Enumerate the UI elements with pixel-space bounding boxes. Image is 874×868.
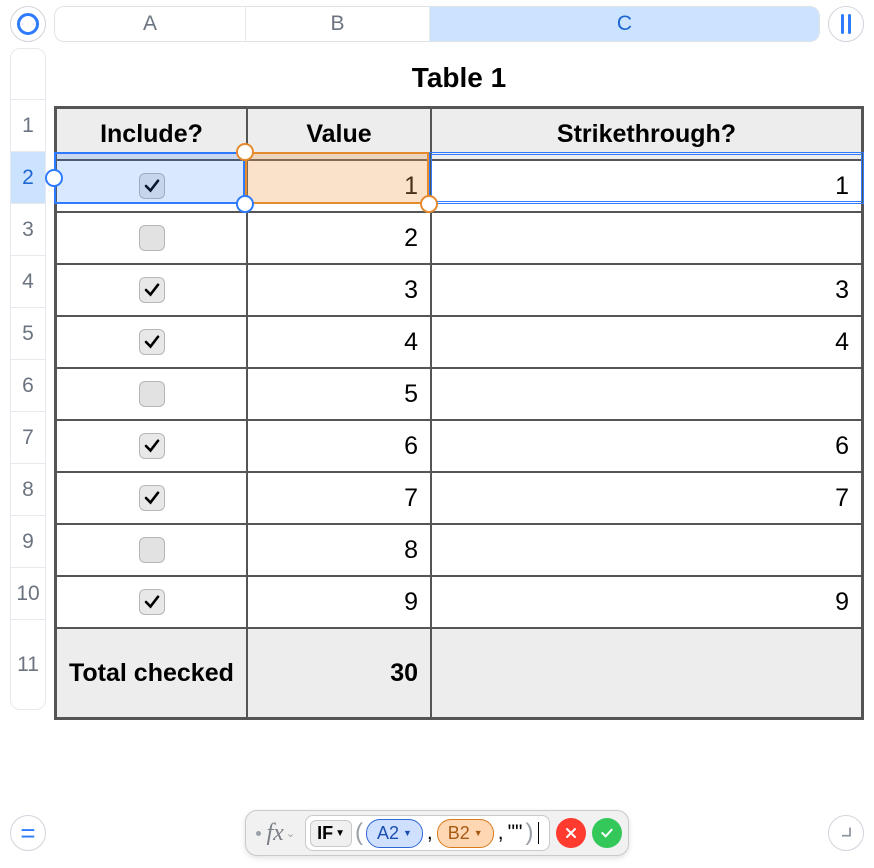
row-header-6[interactable]: 6: [10, 360, 46, 412]
column-options-button[interactable]: [828, 6, 864, 42]
cell-c7[interactable]: 6: [431, 420, 862, 472]
row-header-11[interactable]: 11: [10, 620, 46, 710]
function-token[interactable]: IF▼: [310, 820, 352, 847]
cell-b5[interactable]: 4: [247, 316, 431, 368]
x-icon: [563, 825, 579, 841]
confirm-formula-button[interactable]: [592, 818, 622, 848]
cell-c10[interactable]: 9: [431, 576, 862, 628]
text-caret: [538, 822, 539, 844]
checkbox-icon[interactable]: [139, 329, 165, 355]
row-header-10[interactable]: 10: [10, 568, 46, 620]
cell-ref-a2[interactable]: A2▼: [366, 819, 423, 848]
row-header-3[interactable]: 3: [10, 204, 46, 256]
row-header-7[interactable]: 7: [10, 412, 46, 464]
columns-icon: [841, 14, 851, 34]
checkbox-icon[interactable]: [139, 225, 165, 251]
cell-b9[interactable]: 8: [247, 524, 431, 576]
paren-open: (: [354, 819, 364, 847]
spreadsheet-grid: Include? Value Strikethrough? 1 1 2 3 3: [54, 106, 864, 720]
cell-c5[interactable]: 4: [431, 316, 862, 368]
header-row: Include? Value Strikethrough?: [56, 108, 862, 160]
header-cell-strike[interactable]: Strikethrough?: [431, 108, 862, 160]
cell-a8[interactable]: [56, 472, 247, 524]
cell-a11[interactable]: Total checked: [56, 628, 247, 718]
cell-c11[interactable]: [431, 628, 862, 718]
cell-c9[interactable]: [431, 524, 862, 576]
cell-b8[interactable]: 7: [247, 472, 431, 524]
cell-a4[interactable]: [56, 264, 247, 316]
cell-b11[interactable]: 30: [247, 628, 431, 718]
fx-icon[interactable]: fx⌄: [252, 820, 300, 847]
row-header-bar: 1 2 3 4 5 6 7 8 9 10 11: [10, 48, 46, 720]
comma: ,: [496, 821, 506, 845]
cell-b10[interactable]: 9: [247, 576, 431, 628]
checkbox-icon[interactable]: [139, 381, 165, 407]
column-header-a[interactable]: A: [55, 7, 246, 41]
check-icon: [599, 825, 615, 841]
row-header-8[interactable]: 8: [10, 464, 46, 516]
expand-button[interactable]: [828, 815, 864, 851]
cell-b4[interactable]: 3: [247, 264, 431, 316]
cell-c6[interactable]: [431, 368, 862, 420]
table-row: 3 3: [56, 264, 862, 316]
cell-b6[interactable]: 5: [247, 368, 431, 420]
return-icon: [838, 825, 854, 841]
column-header-bar: A B C: [54, 6, 820, 42]
comma: ,: [425, 821, 435, 845]
cell-a9[interactable]: [56, 524, 247, 576]
checkbox-icon[interactable]: [139, 173, 165, 199]
row-header-9[interactable]: 9: [10, 516, 46, 568]
table-row: 8: [56, 524, 862, 576]
cell-c4[interactable]: 3: [431, 264, 862, 316]
header-cell-value[interactable]: Value: [247, 108, 431, 160]
formula-bar: fx⌄ IF▼ ( A2▼ , B2▼ , "" ): [245, 810, 630, 856]
row-header-spacer: [10, 48, 46, 100]
paren-close: ): [524, 819, 534, 847]
column-header-b[interactable]: B: [246, 7, 430, 41]
string-literal: "": [508, 821, 523, 845]
table-row: 2: [56, 212, 862, 264]
checkbox-icon[interactable]: [139, 589, 165, 615]
ring-icon: [17, 13, 39, 35]
column-header-c[interactable]: C: [430, 7, 819, 41]
checkbox-icon[interactable]: [139, 485, 165, 511]
table-row: 4 4: [56, 316, 862, 368]
table-row: 1 1: [56, 160, 862, 212]
cell-b7[interactable]: 6: [247, 420, 431, 472]
footer-row: Total checked 30: [56, 628, 862, 718]
checkbox-icon[interactable]: [139, 537, 165, 563]
cell-c2[interactable]: 1: [431, 160, 862, 212]
cancel-formula-button[interactable]: [556, 818, 586, 848]
table-row: 5: [56, 368, 862, 420]
cell-c8[interactable]: 7: [431, 472, 862, 524]
row-header-1[interactable]: 1: [10, 100, 46, 152]
cell-a3[interactable]: [56, 212, 247, 264]
table-title[interactable]: Table 1: [54, 48, 864, 106]
cell-a10[interactable]: [56, 576, 247, 628]
cell-c3[interactable]: [431, 212, 862, 264]
cell-b3[interactable]: 2: [247, 212, 431, 264]
row-header-2[interactable]: 2: [10, 152, 46, 204]
formula-input[interactable]: IF▼ ( A2▼ , B2▼ , "" ): [305, 815, 550, 851]
checkbox-icon[interactable]: [139, 277, 165, 303]
row-header-5[interactable]: 5: [10, 308, 46, 360]
cell-ref-b2[interactable]: B2▼: [437, 819, 494, 848]
cell-b2[interactable]: 1: [247, 160, 431, 212]
cell-a6[interactable]: [56, 368, 247, 420]
equals-button[interactable]: =: [10, 815, 46, 851]
table-row: 7 7: [56, 472, 862, 524]
checkbox-icon[interactable]: [139, 433, 165, 459]
cell-a2[interactable]: [56, 160, 247, 212]
row-header-4[interactable]: 4: [10, 256, 46, 308]
table-row: 6 6: [56, 420, 862, 472]
cell-a5[interactable]: [56, 316, 247, 368]
table-row: 9 9: [56, 576, 862, 628]
cell-a7[interactable]: [56, 420, 247, 472]
header-cell-include[interactable]: Include?: [56, 108, 247, 160]
select-all-button[interactable]: [10, 6, 46, 42]
